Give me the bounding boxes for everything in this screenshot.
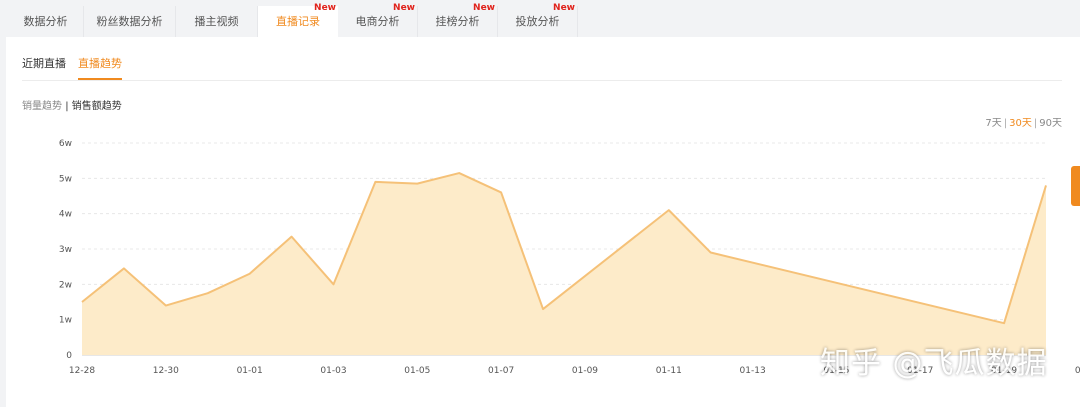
side-panel-handle[interactable] — [1071, 166, 1080, 206]
x-tick-label: 01-03 — [320, 366, 346, 376]
area-series — [81, 172, 1047, 355]
y-tick-label: 4w — [59, 210, 72, 220]
x-tick-label: 01-13 — [740, 366, 766, 376]
x-tick-label: 01-09 — [572, 366, 598, 376]
y-tick-label: 6w — [59, 139, 72, 149]
x-tick-label: 12-28 — [69, 366, 95, 376]
x-tick-label: 01-11 — [656, 366, 682, 376]
y-tick-label: 1w — [59, 316, 72, 326]
area-fill — [82, 173, 1046, 355]
y-tick-label: 3w — [59, 245, 72, 255]
x-tick-label: 01-01 — [237, 366, 263, 376]
y-axis: 0 1w 2w 3w 4w 5w 6w — [59, 139, 72, 361]
x-tick-label: 01-07 — [488, 366, 514, 376]
x-tick-label: 12-30 — [153, 366, 179, 376]
watermark: 知乎 @飞瓜数据 — [820, 346, 1048, 381]
y-tick-label: 2w — [59, 280, 72, 290]
y-tick-label: 0 — [66, 351, 72, 361]
x-tick-label: 01-05 — [404, 366, 430, 376]
y-tick-label: 5w — [59, 174, 72, 184]
x-tick-label: 01-21 — [1075, 366, 1080, 376]
